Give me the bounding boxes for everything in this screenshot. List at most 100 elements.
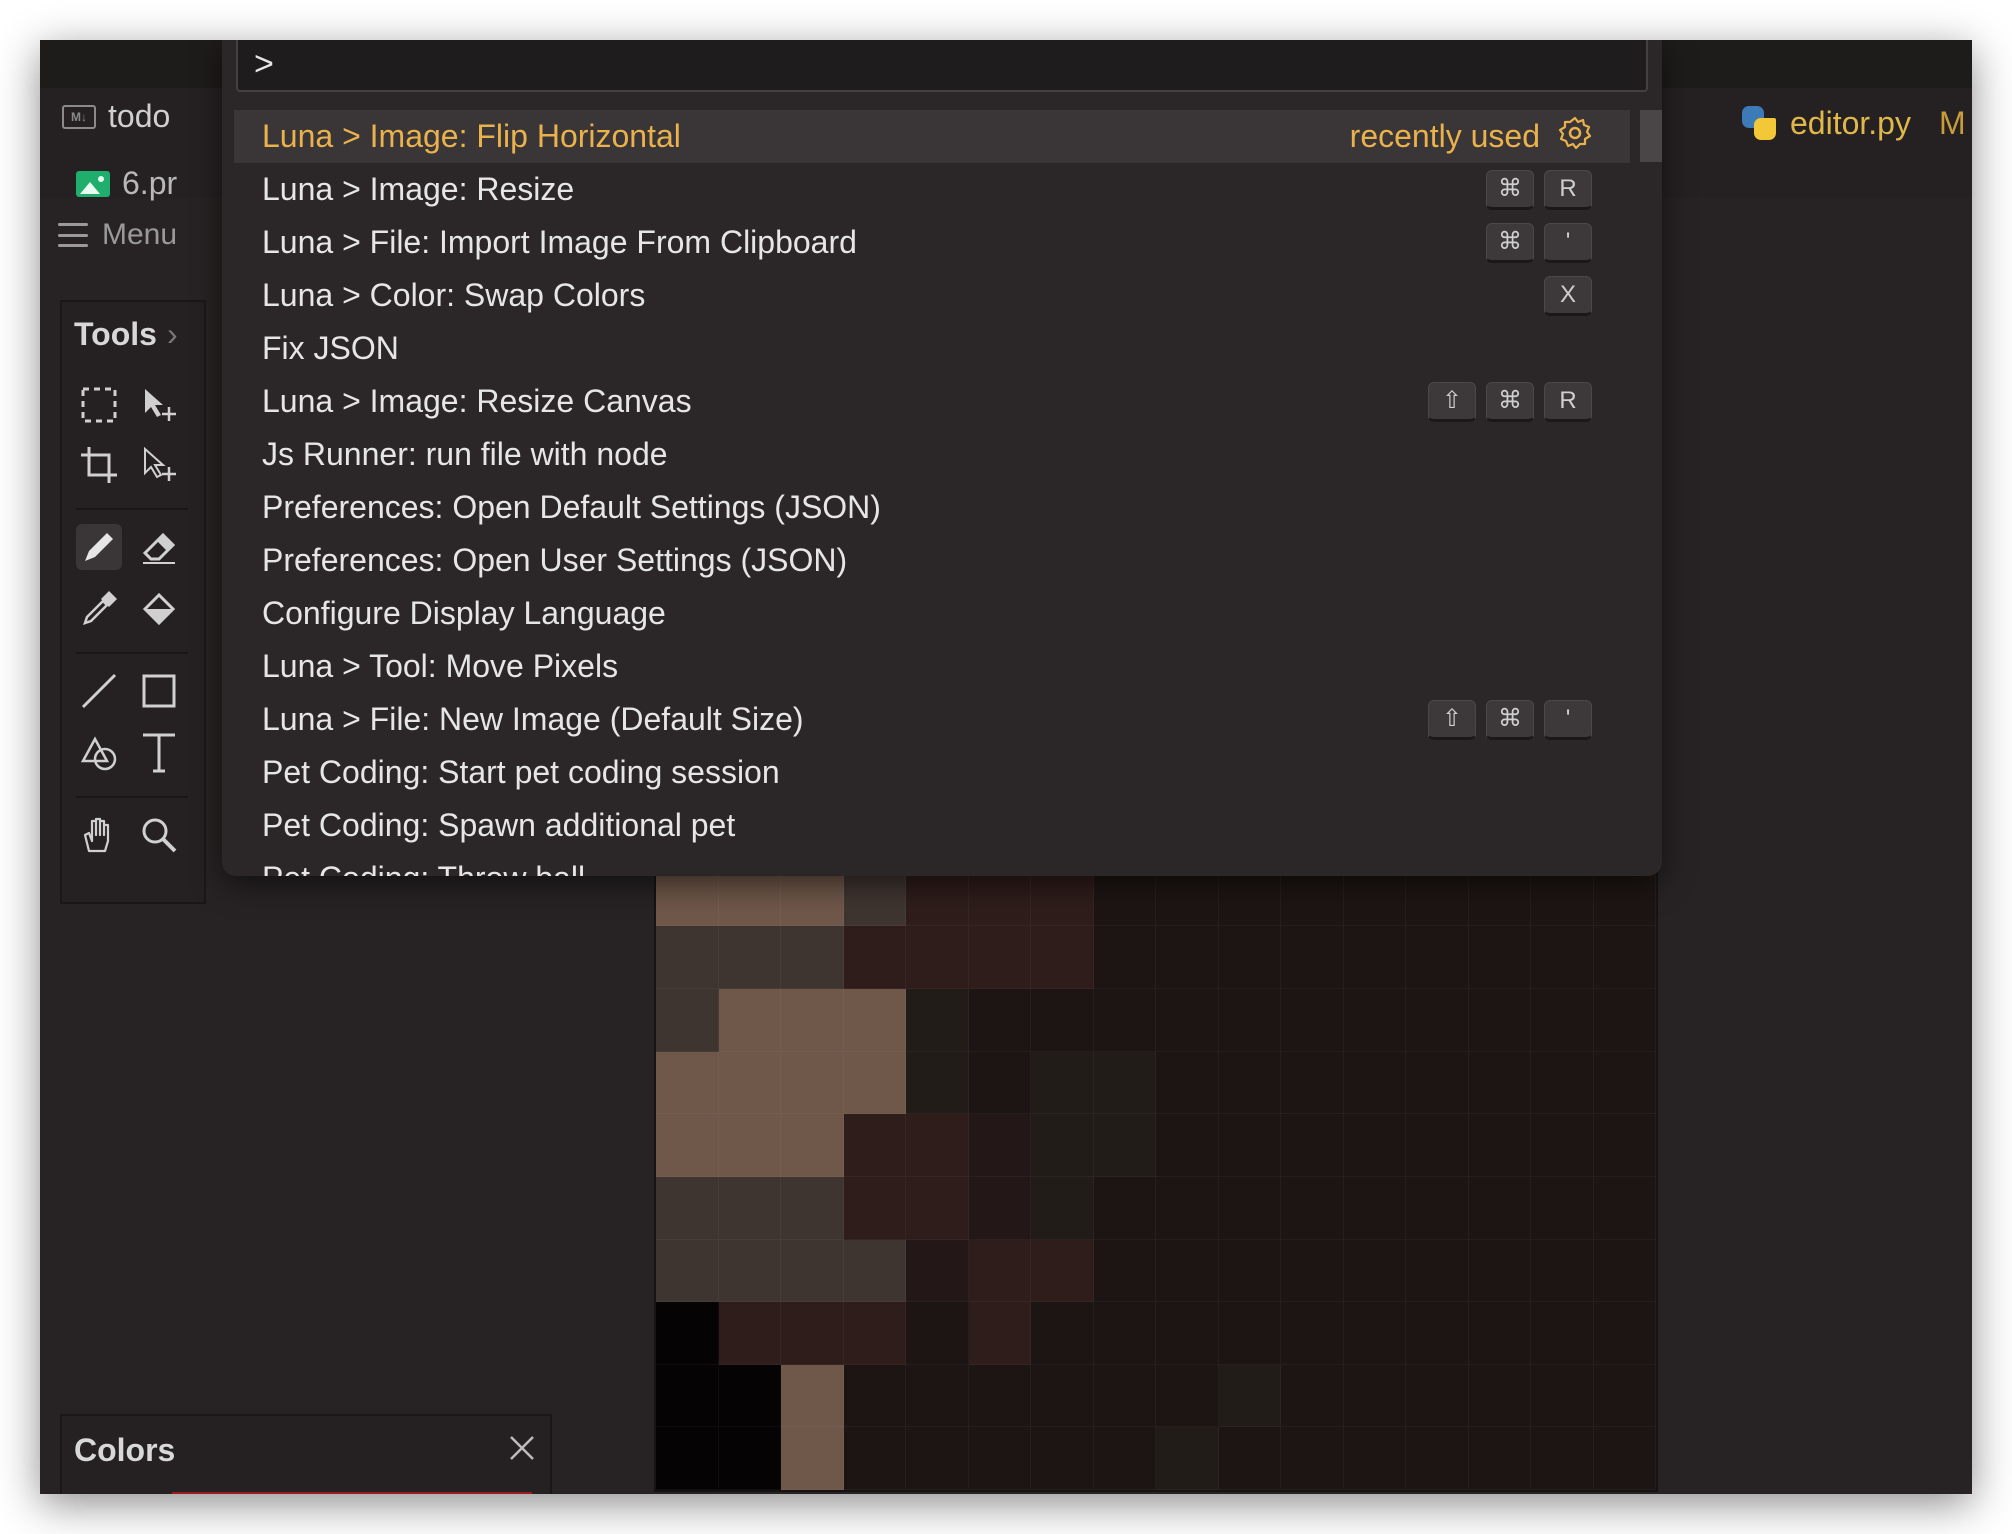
- canvas-pixel[interactable]: [1031, 1302, 1094, 1365]
- canvas-pixel[interactable]: [718, 989, 781, 1052]
- canvas-pixel[interactable]: [1281, 989, 1344, 1052]
- tab-image[interactable]: 6.pr: [76, 165, 177, 202]
- canvas-pixel[interactable]: [968, 1114, 1031, 1177]
- command-item[interactable]: Preferences: Open User Settings (JSON): [234, 534, 1630, 587]
- canvas-pixel[interactable]: [718, 1239, 781, 1303]
- canvas-pixel[interactable]: [1531, 1051, 1594, 1115]
- command-item[interactable]: Luna > Tool: Move Pixels: [234, 640, 1630, 693]
- canvas-pixel[interactable]: [1531, 989, 1594, 1052]
- hand-icon[interactable]: [76, 812, 122, 858]
- canvas-pixel[interactable]: [1406, 926, 1469, 989]
- command-item[interactable]: Luna > Color: Swap Colors X: [234, 269, 1630, 322]
- canvas-pixel[interactable]: [1031, 1176, 1094, 1240]
- canvas-pixel[interactable]: [968, 1427, 1031, 1490]
- canvas-pixel[interactable]: [906, 1114, 969, 1177]
- canvas-pixel[interactable]: [1343, 1364, 1406, 1428]
- canvas-pixel[interactable]: [1031, 1427, 1094, 1490]
- command-item[interactable]: Pet Coding: Spawn additional pet: [234, 799, 1630, 852]
- canvas-pixel[interactable]: [781, 1302, 844, 1365]
- canvas-pixel[interactable]: [1031, 989, 1094, 1052]
- canvas-pixel[interactable]: [718, 1051, 781, 1115]
- canvas-pixel[interactable]: [1593, 1176, 1656, 1240]
- canvas-pixel[interactable]: [906, 989, 969, 1052]
- canvas-pixel[interactable]: [1406, 989, 1469, 1052]
- tab-editor-py[interactable]: editor.py M: [1740, 104, 1966, 142]
- canvas-pixel[interactable]: [906, 1364, 969, 1428]
- canvas-pixel[interactable]: [1031, 1114, 1094, 1177]
- canvas-pixel[interactable]: [1281, 1051, 1344, 1115]
- canvas-pixel[interactable]: [656, 1051, 719, 1115]
- canvas-pixel[interactable]: [843, 1364, 906, 1428]
- canvas-pixel[interactable]: [968, 926, 1031, 989]
- canvas-pixel[interactable]: [1406, 1239, 1469, 1303]
- canvas-pixel[interactable]: [1593, 1114, 1656, 1177]
- canvas-pixel[interactable]: [781, 1239, 844, 1303]
- command-item[interactable]: Configure Display Language: [234, 587, 1630, 640]
- canvas-pixel[interactable]: [843, 1051, 906, 1115]
- canvas-pixel[interactable]: [843, 989, 906, 1052]
- canvas-pixel[interactable]: [1468, 926, 1531, 989]
- canvas-pixel[interactable]: [656, 1427, 719, 1490]
- shapes-icon[interactable]: [76, 730, 122, 776]
- canvas-pixel[interactable]: [1218, 926, 1281, 989]
- canvas-pixel[interactable]: [1343, 1051, 1406, 1115]
- canvas-pixel[interactable]: [1281, 1239, 1344, 1303]
- canvas-pixel[interactable]: [656, 926, 719, 989]
- canvas-pixel[interactable]: [843, 1114, 906, 1177]
- fill-bucket-icon[interactable]: [136, 586, 182, 632]
- command-item[interactable]: Pet Coding: Start pet coding session: [234, 746, 1630, 799]
- canvas-pixel[interactable]: [1218, 989, 1281, 1052]
- scrollbar-thumb[interactable]: [1640, 110, 1662, 162]
- canvas-pixel[interactable]: [1218, 1364, 1281, 1428]
- canvas-pixel[interactable]: [906, 1176, 969, 1240]
- primary-color-swatch[interactable]: [172, 1492, 532, 1494]
- canvas-pixel[interactable]: [1093, 1364, 1156, 1428]
- canvas-pixel[interactable]: [1093, 1051, 1156, 1115]
- canvas-pixel[interactable]: [1093, 1176, 1156, 1240]
- move-pixels-icon[interactable]: [136, 442, 182, 488]
- canvas-pixel[interactable]: [718, 1427, 781, 1490]
- canvas-pixel[interactable]: [656, 1239, 719, 1303]
- canvas-pixel[interactable]: [968, 1364, 1031, 1428]
- canvas-pixel[interactable]: [1156, 1051, 1219, 1115]
- canvas-pixel[interactable]: [1218, 1176, 1281, 1240]
- canvas-pixel[interactable]: [718, 1364, 781, 1428]
- canvas-pixel[interactable]: [1093, 1114, 1156, 1177]
- canvas-pixel[interactable]: [1218, 1302, 1281, 1365]
- canvas-pixel[interactable]: [656, 1114, 719, 1177]
- canvas-pixel[interactable]: [1468, 1239, 1531, 1303]
- canvas-pixel[interactable]: [906, 1051, 969, 1115]
- canvas-pixel[interactable]: [906, 1427, 969, 1490]
- canvas-pixel[interactable]: [968, 1176, 1031, 1240]
- canvas-pixel[interactable]: [1343, 1239, 1406, 1303]
- canvas-pixel[interactable]: [1218, 1239, 1281, 1303]
- canvas-pixel[interactable]: [1406, 1364, 1469, 1428]
- canvas-pixel[interactable]: [1468, 1302, 1531, 1365]
- canvas-pixel[interactable]: [1093, 989, 1156, 1052]
- canvas-pixel[interactable]: [1343, 1114, 1406, 1177]
- canvas-pixel[interactable]: [1156, 1239, 1219, 1303]
- canvas-pixel[interactable]: [1531, 1239, 1594, 1303]
- canvas-pixel[interactable]: [968, 1302, 1031, 1365]
- canvas-pixel[interactable]: [968, 1051, 1031, 1115]
- gear-icon[interactable]: [1558, 116, 1592, 158]
- canvas-pixel[interactable]: [1281, 1114, 1344, 1177]
- line-icon[interactable]: [76, 668, 122, 714]
- canvas-pixel[interactable]: [1156, 1364, 1219, 1428]
- move-selection-icon[interactable]: [136, 382, 182, 428]
- canvas-pixel[interactable]: [718, 1302, 781, 1365]
- command-item[interactable]: Luna > Image: Resize Canvas ⇧ ⌘ R: [234, 375, 1630, 428]
- canvas-pixel[interactable]: [1593, 1302, 1656, 1365]
- canvas-pixel[interactable]: [1593, 989, 1656, 1052]
- canvas-pixel[interactable]: [1343, 989, 1406, 1052]
- canvas-pixel[interactable]: [1343, 1427, 1406, 1490]
- command-item[interactable]: Js Runner: run file with node: [234, 428, 1630, 481]
- eraser-icon[interactable]: [136, 524, 182, 570]
- canvas-pixel[interactable]: [1281, 1176, 1344, 1240]
- canvas-pixel[interactable]: [1468, 1114, 1531, 1177]
- canvas-pixel[interactable]: [1218, 1114, 1281, 1177]
- command-item[interactable]: Fix JSON: [234, 322, 1630, 375]
- zoom-icon[interactable]: [136, 812, 182, 858]
- canvas-pixel[interactable]: [1156, 1176, 1219, 1240]
- close-icon[interactable]: [508, 1434, 536, 1467]
